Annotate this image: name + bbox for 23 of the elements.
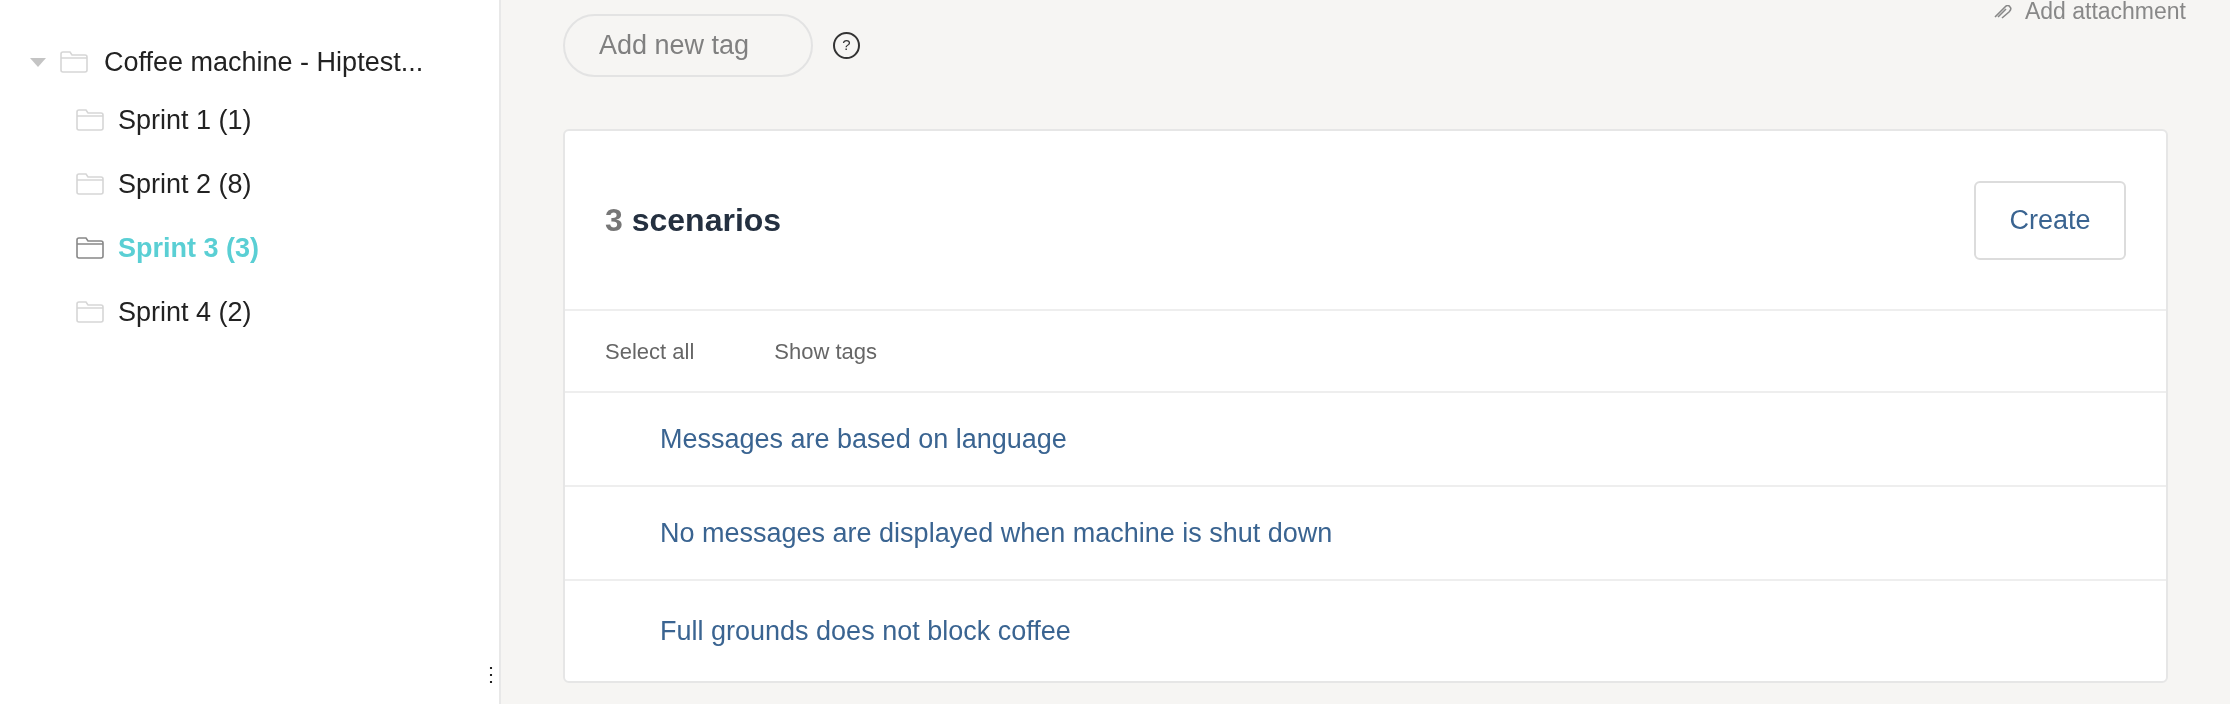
tree-item[interactable]: Sprint 4 (2) — [118, 291, 252, 333]
folder-icon — [76, 109, 104, 131]
tag-input[interactable]: Add new tag — [563, 14, 813, 77]
folder-icon — [76, 173, 104, 195]
toolbar-link[interactable]: Show tags — [774, 334, 877, 368]
scenario-link[interactable]: No messages are displayed when machine is shut down — [660, 512, 1333, 554]
scenario-count: 3 — [605, 202, 623, 238]
toolbar-link[interactable]: Select all — [605, 334, 695, 368]
folder-icon — [76, 301, 104, 323]
caret-down-icon[interactable] — [30, 57, 46, 67]
folder-icon — [76, 237, 104, 259]
scenarios-title: scenarios — [631, 202, 782, 238]
scenario-link[interactable]: Full grounds does not block coffee — [660, 610, 1071, 652]
paperclip-icon — [1992, 4, 2013, 19]
scenario-link[interactable]: Messages are based on language — [660, 418, 1067, 460]
tree-item[interactable]: Coffee machine - Hiptest... — [104, 41, 424, 83]
help-icon[interactable]: ? — [833, 32, 860, 59]
tree-item[interactable]: Sprint 1 (1) — [118, 99, 252, 141]
create-button[interactable]: Create — [1974, 180, 2126, 260]
add-attachment-link[interactable]: Add attachment — [2024, 0, 2186, 23]
resize-handle[interactable]: ⋮ — [481, 664, 501, 684]
tree-item[interactable]: Sprint 2 (8) — [118, 163, 252, 205]
folder-icon — [60, 51, 88, 73]
